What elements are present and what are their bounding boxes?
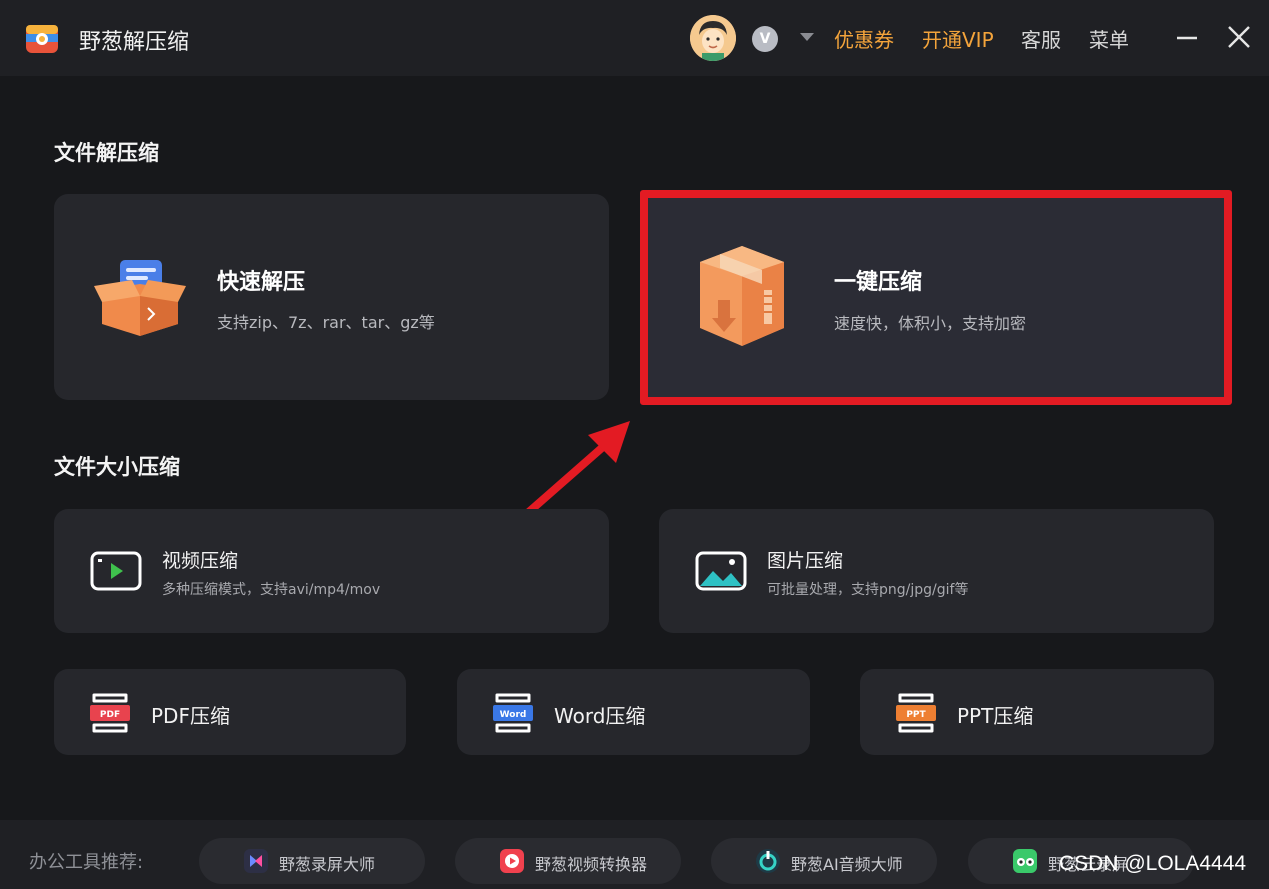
tool-label: 野葱录屏大师: [279, 855, 376, 874]
ppt-compress-title: PPT压缩: [957, 704, 1034, 728]
image-compress-subtitle: 可批量处理，支持png/jpg/gif等: [767, 582, 969, 598]
menu-link[interactable]: 菜单: [1089, 24, 1129, 53]
section-title-size-compress: 文件大小压缩: [54, 455, 180, 479]
video-compress-title: 视频压缩: [162, 550, 239, 572]
pdf-icon-text: PDF: [100, 710, 120, 720]
ppt-compress-card[interactable]: PPT PPT压缩: [860, 669, 1214, 755]
word-compress-card[interactable]: Word Word压缩: [457, 669, 810, 755]
one-click-compress-card[interactable]: 一键压缩 速度快，体积小，支持加密: [644, 194, 1229, 400]
ppt-icon-text: PPT: [906, 710, 926, 720]
title-bar: 野葱解压缩 V 优惠券 开通VIP 客服 菜单: [0, 0, 1269, 76]
csdn-watermark: CSDN @LOLA4444: [1059, 852, 1247, 875]
ai-audio-icon: [756, 849, 780, 873]
word-icon: Word: [493, 693, 533, 733]
close-icon[interactable]: [1224, 22, 1254, 52]
image-compress-title: 图片压缩: [767, 550, 844, 572]
video-compress-card[interactable]: 视频压缩 多种压缩模式，支持avi/mp4/mov: [54, 509, 609, 633]
video-icon: [90, 551, 142, 591]
one-click-compress-subtitle: 速度快，体积小，支持加密: [834, 314, 1027, 333]
video-converter-icon: [500, 849, 524, 873]
quick-extract-card[interactable]: 快速解压 支持zip、7z、rar、tar、gz等: [54, 194, 609, 400]
vip-level-badge[interactable]: V: [752, 26, 778, 52]
word-icon-text: Word: [500, 710, 527, 720]
tool-video-converter[interactable]: 野葱视频转换器: [455, 838, 681, 884]
screen-recorder-icon: [244, 849, 268, 873]
quick-extract-title: 快速解压: [217, 270, 306, 295]
pdf-compress-title: PDF压缩: [151, 704, 230, 728]
package-box-icon: [700, 246, 784, 346]
minimize-icon[interactable]: [1172, 22, 1202, 52]
app-title: 野葱解压缩: [79, 30, 190, 55]
pdf-compress-card[interactable]: PDF PDF压缩: [54, 669, 406, 755]
image-icon: [695, 551, 747, 591]
open-box-icon: [94, 260, 186, 336]
pdf-icon: PDF: [90, 693, 130, 733]
ppt-icon: PPT: [896, 693, 936, 733]
tool-label: 野葱视频转换器: [535, 855, 648, 874]
tool-ai-audio[interactable]: 野葱AI音频大师: [711, 838, 937, 884]
open-vip-link[interactable]: 开通VIP: [922, 24, 994, 53]
image-compress-card[interactable]: 图片压缩 可批量处理，支持png/jpg/gif等: [659, 509, 1214, 633]
quick-extract-subtitle: 支持zip、7z、rar、tar、gz等: [217, 313, 435, 332]
recommended-tools-label: 办公工具推荐:: [29, 852, 144, 873]
video-compress-subtitle: 多种压缩模式，支持avi/mp4/mov: [162, 582, 381, 598]
app-logo-icon: [26, 25, 58, 53]
tool-screen-recorder[interactable]: 野葱录屏大师: [199, 838, 425, 884]
coupon-link[interactable]: 优惠券: [834, 24, 894, 53]
section-title-decompress: 文件解压缩: [54, 141, 159, 165]
one-click-compress-title: 一键压缩: [834, 270, 923, 295]
user-avatar[interactable]: [690, 15, 736, 61]
avatar-face-icon: [690, 15, 736, 61]
cloud-recorder-icon: [1013, 849, 1037, 873]
tool-label: 野葱AI音频大师: [791, 855, 903, 874]
chevron-down-icon[interactable]: [800, 33, 814, 41]
customer-service-link[interactable]: 客服: [1021, 24, 1061, 53]
word-compress-title: Word压缩: [554, 704, 646, 728]
